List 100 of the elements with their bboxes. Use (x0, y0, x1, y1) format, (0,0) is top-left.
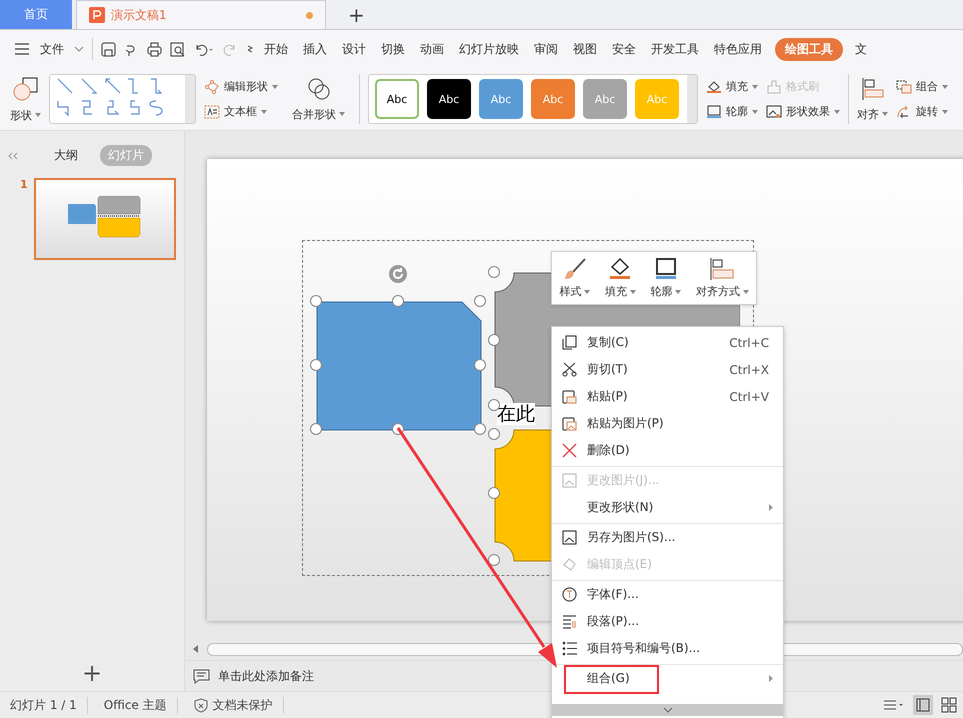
resize-handle[interactable] (488, 428, 500, 440)
menu-item[interactable]: 剪切(T) Ctrl+X (552, 356, 783, 383)
file-menu[interactable]: 文件 (38, 38, 66, 60)
rotate-handle-icon[interactable] (388, 264, 408, 284)
menu-item[interactable]: 组合(G) (552, 664, 783, 692)
resize-handle[interactable] (392, 295, 404, 307)
copy-icon (562, 335, 577, 350)
resize-handle[interactable] (310, 295, 322, 307)
toolbar-button[interactable]: 轮廓 (650, 257, 682, 299)
toolbar-button[interactable]: 对齐方式 (696, 257, 749, 299)
outline-icon (706, 104, 722, 118)
menu-item[interactable]: 字体(F)... (552, 580, 783, 608)
line-gallery[interactable] (49, 74, 196, 124)
shape-button[interactable]: 形状 (10, 76, 41, 122)
menu-item[interactable]: 项目符号和编号(B)... (552, 635, 783, 662)
ribbon-tab[interactable]: 视图 (571, 38, 599, 60)
snipped-rectangle-shape[interactable] (316, 301, 482, 431)
menu-item[interactable]: 删除(D) (552, 437, 783, 464)
chevron-down-icon[interactable] (74, 46, 84, 52)
resize-handle[interactable] (488, 334, 500, 346)
ribbon-tab[interactable]: 动画 (418, 38, 446, 60)
image-sparkle-icon (766, 104, 782, 118)
caret-icon (584, 290, 590, 294)
image-icon (562, 530, 577, 545)
submenu-arrow-icon (769, 675, 773, 682)
menu-scroll-bar[interactable] (552, 704, 783, 716)
add-slide-button[interactable]: + (76, 659, 108, 687)
scissors-icon (562, 362, 577, 377)
shield-icon (194, 698, 208, 712)
align-button[interactable]: 对齐 (857, 76, 888, 122)
print-icon[interactable] (147, 42, 162, 56)
edit-shape-button[interactable]: 编辑形状 (204, 79, 278, 94)
slide-thumbnail[interactable] (34, 178, 176, 260)
ribbon-tab[interactable]: 特色应用 (712, 38, 764, 60)
caret-icon (942, 110, 948, 114)
brush-icon (766, 80, 782, 94)
merge-shapes-button[interactable]: 合并形状 (292, 76, 345, 122)
panel-tab[interactable]: 大纲 (46, 145, 86, 166)
menu-item[interactable]: 复制(C) Ctrl+C (552, 329, 783, 356)
normal-view-icon[interactable] (913, 695, 933, 715)
overlapping-circles-icon (306, 76, 330, 100)
menu-icon[interactable] (14, 43, 30, 55)
shape-style-swatch[interactable]: Abc (427, 79, 471, 119)
placeholder-text[interactable]: 在此 (497, 403, 535, 425)
resize-handle[interactable] (310, 359, 322, 371)
ribbon-tab[interactable]: 设计 (340, 38, 368, 60)
ribbon-tab[interactable]: 切换 (379, 38, 407, 60)
new-tab-button[interactable]: + (334, 0, 379, 29)
presentation-icon (89, 7, 105, 23)
notes-placeholder[interactable]: 单击此处添加备注 (218, 668, 314, 684)
menu-item[interactable]: 粘贴为图片(P) (552, 410, 783, 437)
group-button[interactable]: 组合 (896, 79, 948, 94)
resize-handle[interactable] (474, 359, 486, 371)
rotate-button[interactable]: 旋转 (896, 104, 948, 119)
fill-button[interactable]: 填充 (706, 79, 758, 94)
ribbon-tab[interactable]: 文 (853, 38, 869, 60)
resize-handle[interactable] (488, 487, 500, 499)
menu-item[interactable]: 更改形状(N) (552, 494, 783, 521)
caret-icon (272, 84, 278, 88)
caret-icon (834, 110, 840, 114)
toolbar-button[interactable]: 样式 (559, 257, 590, 299)
resize-handle[interactable] (488, 554, 500, 566)
caret-icon (752, 84, 758, 88)
save-icon[interactable] (101, 42, 116, 56)
protection-status[interactable]: 文档未保护 (212, 696, 273, 714)
ribbon-tab[interactable]: 插入 (301, 38, 329, 60)
tab-label: 首页 (24, 6, 48, 23)
resize-handle[interactable] (310, 423, 322, 435)
resize-handle[interactable] (474, 295, 486, 307)
edit-points-icon (204, 80, 220, 94)
menu-item[interactable]: 粘贴(P) Ctrl+V (552, 383, 783, 410)
collapse-icon[interactable] (8, 152, 18, 160)
more-icon[interactable] (246, 44, 254, 54)
gallery-scrollbar[interactable] (185, 75, 195, 123)
text-box-icon (204, 104, 220, 118)
bullet-list-icon (562, 641, 577, 656)
outline-button[interactable]: 轮廓 (706, 104, 758, 119)
caret-icon (630, 290, 636, 294)
ribbon-tab[interactable]: 开发工具 (649, 38, 701, 60)
print-preview-icon[interactable] (170, 42, 185, 56)
ribbon-tab[interactable]: 开始 (262, 38, 290, 60)
toolbar-button[interactable]: 填充 (604, 257, 636, 299)
image-icon (562, 473, 577, 488)
slide-sorter-icon[interactable] (941, 697, 957, 713)
caret-icon (742, 290, 749, 294)
ribbon-tab[interactable]: 审阅 (532, 38, 560, 60)
font-icon (562, 587, 577, 602)
menu-item[interactable]: 段落(P)... (552, 608, 783, 635)
shape-style-swatch[interactable]: Abc (375, 79, 419, 119)
list-view-icon[interactable] (883, 698, 905, 712)
scroll-left-icon[interactable] (193, 645, 199, 653)
shape-effects-button[interactable]: 形状效果 (766, 104, 840, 119)
gallery-scrollbar[interactable] (687, 75, 697, 123)
menu-item[interactable]: 另存为图片(S)... (552, 523, 783, 551)
slide-count: 幻灯片 1 / 1 (0, 696, 88, 714)
text-box-button[interactable]: 文本框 (204, 104, 278, 119)
resize-handle[interactable] (474, 423, 486, 435)
ribbon-tab[interactable]: 幻灯片放映 (457, 38, 521, 60)
ribbon-tab[interactable]: 安全 (610, 38, 638, 60)
resize-handle[interactable] (488, 266, 500, 278)
